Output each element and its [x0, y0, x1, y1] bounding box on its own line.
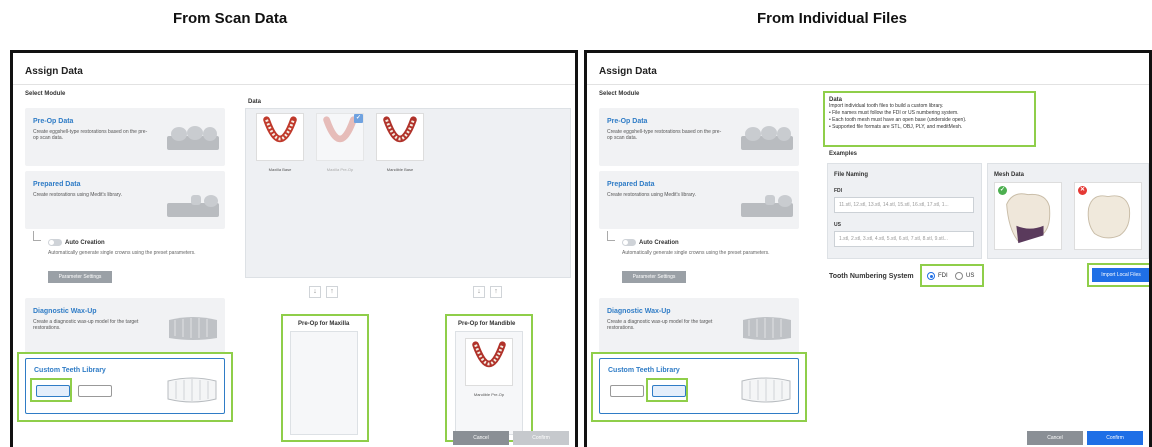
module-title: Prepared Data	[607, 181, 655, 188]
dialog-title: Assign Data	[599, 66, 657, 77]
mesh-data-label: Mesh Data	[994, 172, 1025, 178]
parameter-settings-button[interactable]: Parameter Settings	[48, 271, 112, 283]
thumbnail-maxilla-base[interactable]	[256, 113, 304, 161]
data-label: Data	[248, 99, 262, 105]
teeth-model-icon	[167, 126, 219, 150]
highlight-import-button	[1087, 263, 1149, 287]
move-down-button[interactable]: ↓	[309, 286, 321, 298]
auto-creation-label: Auto Creation	[65, 240, 105, 246]
thumbnail-mandible-base[interactable]	[376, 113, 424, 161]
module-description: Create eggshell-type restorations based …	[33, 129, 148, 141]
select-module-label: Select Module	[25, 91, 66, 97]
module-description: Create eggshell-type restorations based …	[607, 129, 722, 141]
auto-creation-label: Auto Creation	[639, 240, 679, 246]
highlight-pre-op-mandible	[445, 314, 533, 442]
info-line: • Supported file formats are STL, OBJ, P…	[829, 124, 963, 130]
fdi-option-label: FDI	[938, 273, 948, 279]
auto-creation-toggle[interactable]	[48, 239, 62, 246]
highlight-library-thumb	[30, 378, 72, 402]
file-naming-panel: File Naming FDI 11.stl, 12.stl, 13.stl, …	[827, 163, 982, 259]
valid-check-icon: ✓	[998, 186, 1007, 195]
confirm-button[interactable]: Confirm	[513, 431, 569, 445]
module-description: Create a diagnostic wax-up model for the…	[607, 319, 713, 331]
confirm-button[interactable]: Confirm	[1087, 431, 1143, 445]
us-option-label: US	[966, 273, 975, 279]
maxilla-icon	[263, 116, 297, 143]
assign-data-dialog-scan: Assign Data Select Module Pre-Op Data Cr…	[10, 50, 578, 447]
highlight-custom-library	[591, 352, 807, 422]
divider	[587, 84, 1149, 85]
fdi-example-field: 11.stl, 12.stl, 13.stl, 14.stl, 15.stl, …	[834, 197, 974, 213]
module-title: Diagnostic Wax-Up	[33, 308, 97, 315]
auto-creation-description: Automatically generate single crowns usi…	[48, 250, 196, 256]
move-up-button[interactable]: ↑	[490, 286, 502, 298]
move-up-button[interactable]: ↑	[326, 286, 338, 298]
module-pre-op-data[interactable]: Pre-Op Data Create eggshell-type restora…	[25, 108, 225, 166]
module-description: Create restorations using Medit's librar…	[607, 192, 696, 198]
module-prepared-data[interactable]: Prepared Data Create restorations using …	[25, 171, 225, 229]
module-prepared-data[interactable]: Prepared Data Create restorations using …	[599, 171, 799, 229]
select-module-label: Select Module	[599, 91, 640, 97]
mesh-data-panel: Mesh Data ✓ ✕	[987, 163, 1149, 259]
highlight-pre-op-maxilla	[281, 314, 369, 442]
info-line: Import individual tooth files to build a…	[829, 103, 944, 109]
info-line: • File names must follow the FDI or US n…	[829, 110, 959, 116]
module-diagnostic-wax-up[interactable]: Diagnostic Wax-Up Create a diagnostic wa…	[599, 298, 799, 354]
divider	[13, 84, 575, 85]
us-radio[interactable]	[955, 272, 963, 280]
module-title: Pre-Op Data	[607, 118, 648, 125]
checked-icon: ✓	[354, 114, 363, 123]
prepared-model-icon	[741, 195, 793, 217]
examples-label: Examples	[829, 151, 858, 157]
invalid-x-icon: ✕	[1078, 186, 1087, 195]
thumbnail-label: Maxilla Base	[268, 167, 292, 172]
assign-data-dialog-files: Assign Data Select Module Pre-Op Data Cr…	[584, 50, 1152, 447]
module-description: Create restorations using Medit's librar…	[33, 192, 122, 198]
highlight-library-thumb	[646, 378, 688, 402]
cancel-button[interactable]: Cancel	[1027, 431, 1083, 445]
info-line: • Each tooth mesh must have an open base…	[829, 117, 967, 123]
heading-individual-files: From Individual Files	[757, 10, 908, 27]
module-description: Create a diagnostic wax-up model for the…	[33, 319, 139, 331]
auto-creation-toggle[interactable]	[622, 239, 636, 246]
tree-connector	[33, 231, 41, 241]
teeth-model-icon	[741, 126, 793, 150]
auto-creation-description: Automatically generate single crowns usi…	[622, 250, 770, 256]
tree-connector	[607, 231, 615, 241]
module-pre-op-data[interactable]: Pre-Op Data Create eggshell-type restora…	[599, 108, 799, 166]
wax-up-model-icon	[743, 317, 791, 340]
tooth-numbering-label: Tooth Numbering System	[829, 273, 914, 280]
cancel-button[interactable]: Cancel	[453, 431, 509, 445]
us-label: US	[834, 222, 841, 228]
fdi-label: FDI	[834, 188, 843, 194]
us-example-field: 1.stl, 2.stl, 3.stl, 4.stl, 5.stl, 6.stl…	[834, 231, 974, 247]
parameter-settings-button[interactable]: Parameter Settings	[622, 271, 686, 283]
module-title: Prepared Data	[33, 181, 81, 188]
module-title: Diagnostic Wax-Up	[607, 308, 671, 315]
dialog-title: Assign Data	[25, 66, 83, 77]
wax-up-model-icon	[169, 317, 217, 340]
prepared-model-icon	[167, 195, 219, 217]
mandible-icon	[383, 116, 417, 143]
move-down-button[interactable]: ↓	[473, 286, 485, 298]
heading-scan-data: From Scan Data	[173, 10, 288, 27]
thumbnail-label: Maxilla Pre-Op	[326, 167, 354, 172]
module-title: Pre-Op Data	[33, 118, 74, 125]
file-naming-label: File Naming	[834, 172, 869, 178]
fdi-radio[interactable]	[927, 272, 935, 280]
data-info-box: Data Import individual tooth files to bu…	[823, 91, 1036, 147]
data-thumbnail-area: Maxilla Base ✓ Maxilla Pre-Op Mandible B…	[245, 108, 571, 278]
thumbnail-label: Mandible Base	[386, 167, 414, 172]
module-diagnostic-wax-up[interactable]: Diagnostic Wax-Up Create a diagnostic wa…	[25, 298, 225, 354]
numbering-options: FDI US	[920, 264, 984, 287]
